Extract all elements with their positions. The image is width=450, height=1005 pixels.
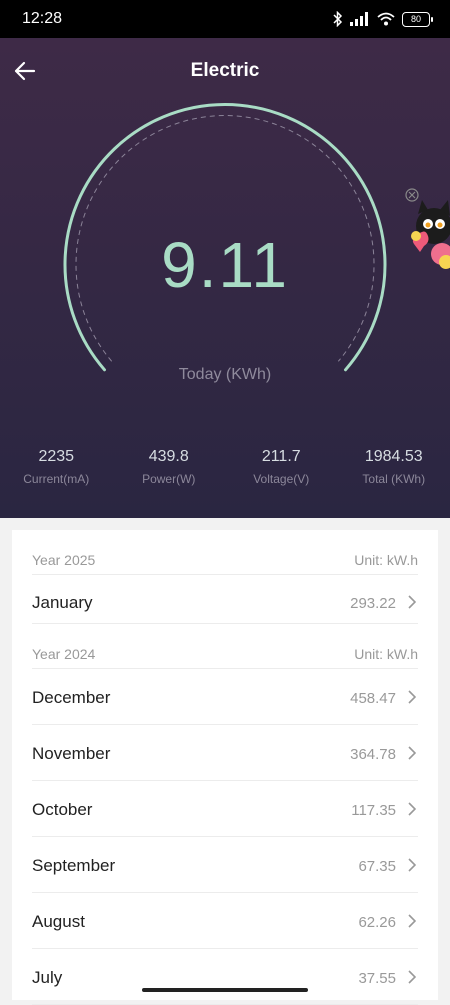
month-value: 293.22 [350, 595, 396, 612]
month-name: October [32, 800, 92, 820]
month-name: November [32, 744, 110, 764]
stat-value: 439.8 [113, 448, 226, 466]
chevron-right-icon [408, 858, 416, 872]
month-row-november[interactable]: November 364.78 [32, 725, 418, 781]
month-row-january[interactable]: January 293.22 [32, 575, 418, 624]
month-name: December [32, 688, 110, 708]
chevron-right-icon [408, 970, 416, 984]
stat-current: 2235 Current(mA) [0, 448, 113, 498]
month-value: 458.47 [350, 690, 396, 707]
month-name: July [32, 968, 62, 988]
floating-mascot-icon[interactable] [402, 186, 450, 276]
month-value: 67.35 [358, 858, 396, 875]
wifi-icon [377, 12, 395, 26]
hero-panel: Electric 9.11 Today (KWh) 2235 Current(m… [0, 38, 450, 518]
year-label: Year 2025 [32, 552, 95, 568]
month-name: January [32, 593, 92, 613]
stat-label: Voltage(V) [225, 472, 338, 486]
stat-total: 1984.53 Total (KWh) [338, 448, 450, 498]
status-time: 12:28 [22, 10, 62, 28]
stat-voltage: 211.7 Voltage(V) [225, 448, 338, 498]
month-row-august[interactable]: August 62.26 [32, 893, 418, 949]
stat-value: 211.7 [225, 448, 338, 466]
month-row-september[interactable]: September 67.35 [32, 837, 418, 893]
year-section-header: Year 2024 Unit: kW.h [32, 624, 418, 669]
month-row-december[interactable]: December 458.47 [32, 669, 418, 725]
stat-power: 439.8 Power(W) [113, 448, 226, 498]
battery-icon: 80 [402, 12, 430, 27]
stat-value: 2235 [0, 448, 113, 466]
monthly-usage-list: Year 2025 Unit: kW.h January 293.22 Year… [12, 530, 438, 1000]
chevron-right-icon [408, 595, 416, 609]
month-row-october[interactable]: October 117.35 [32, 781, 418, 837]
chevron-right-icon [408, 746, 416, 760]
home-indicator[interactable] [142, 988, 308, 992]
month-value: 62.26 [358, 914, 396, 931]
month-row-july[interactable]: July 37.55 [32, 949, 418, 1005]
year-label: Year 2024 [32, 646, 95, 662]
stat-label: Total (KWh) [338, 472, 450, 486]
status-bar: 12:28 80 [0, 0, 450, 38]
chevron-right-icon [408, 690, 416, 704]
status-icons: 80 [333, 11, 430, 27]
stat-label: Power(W) [113, 472, 226, 486]
stats-row: 2235 Current(mA) 439.8 Power(W) 211.7 Vo… [0, 448, 450, 498]
page-title: Electric [0, 60, 450, 82]
chevron-right-icon [408, 914, 416, 928]
unit-label: Unit: kW.h [354, 646, 418, 662]
month-value: 117.35 [351, 802, 396, 819]
unit-label: Unit: kW.h [354, 552, 418, 568]
stat-value: 1984.53 [338, 448, 450, 466]
month-name: August [32, 912, 85, 932]
month-value: 364.78 [350, 746, 396, 763]
today-value: 9.11 [0, 228, 450, 302]
today-label: Today (KWh) [0, 366, 450, 384]
chevron-right-icon [408, 802, 416, 816]
month-value: 37.55 [358, 970, 396, 987]
signal-icon [350, 12, 370, 26]
month-name: September [32, 856, 115, 876]
bluetooth-icon [333, 11, 343, 27]
year-section-header: Year 2025 Unit: kW.h [32, 530, 418, 575]
stat-label: Current(mA) [0, 472, 113, 486]
